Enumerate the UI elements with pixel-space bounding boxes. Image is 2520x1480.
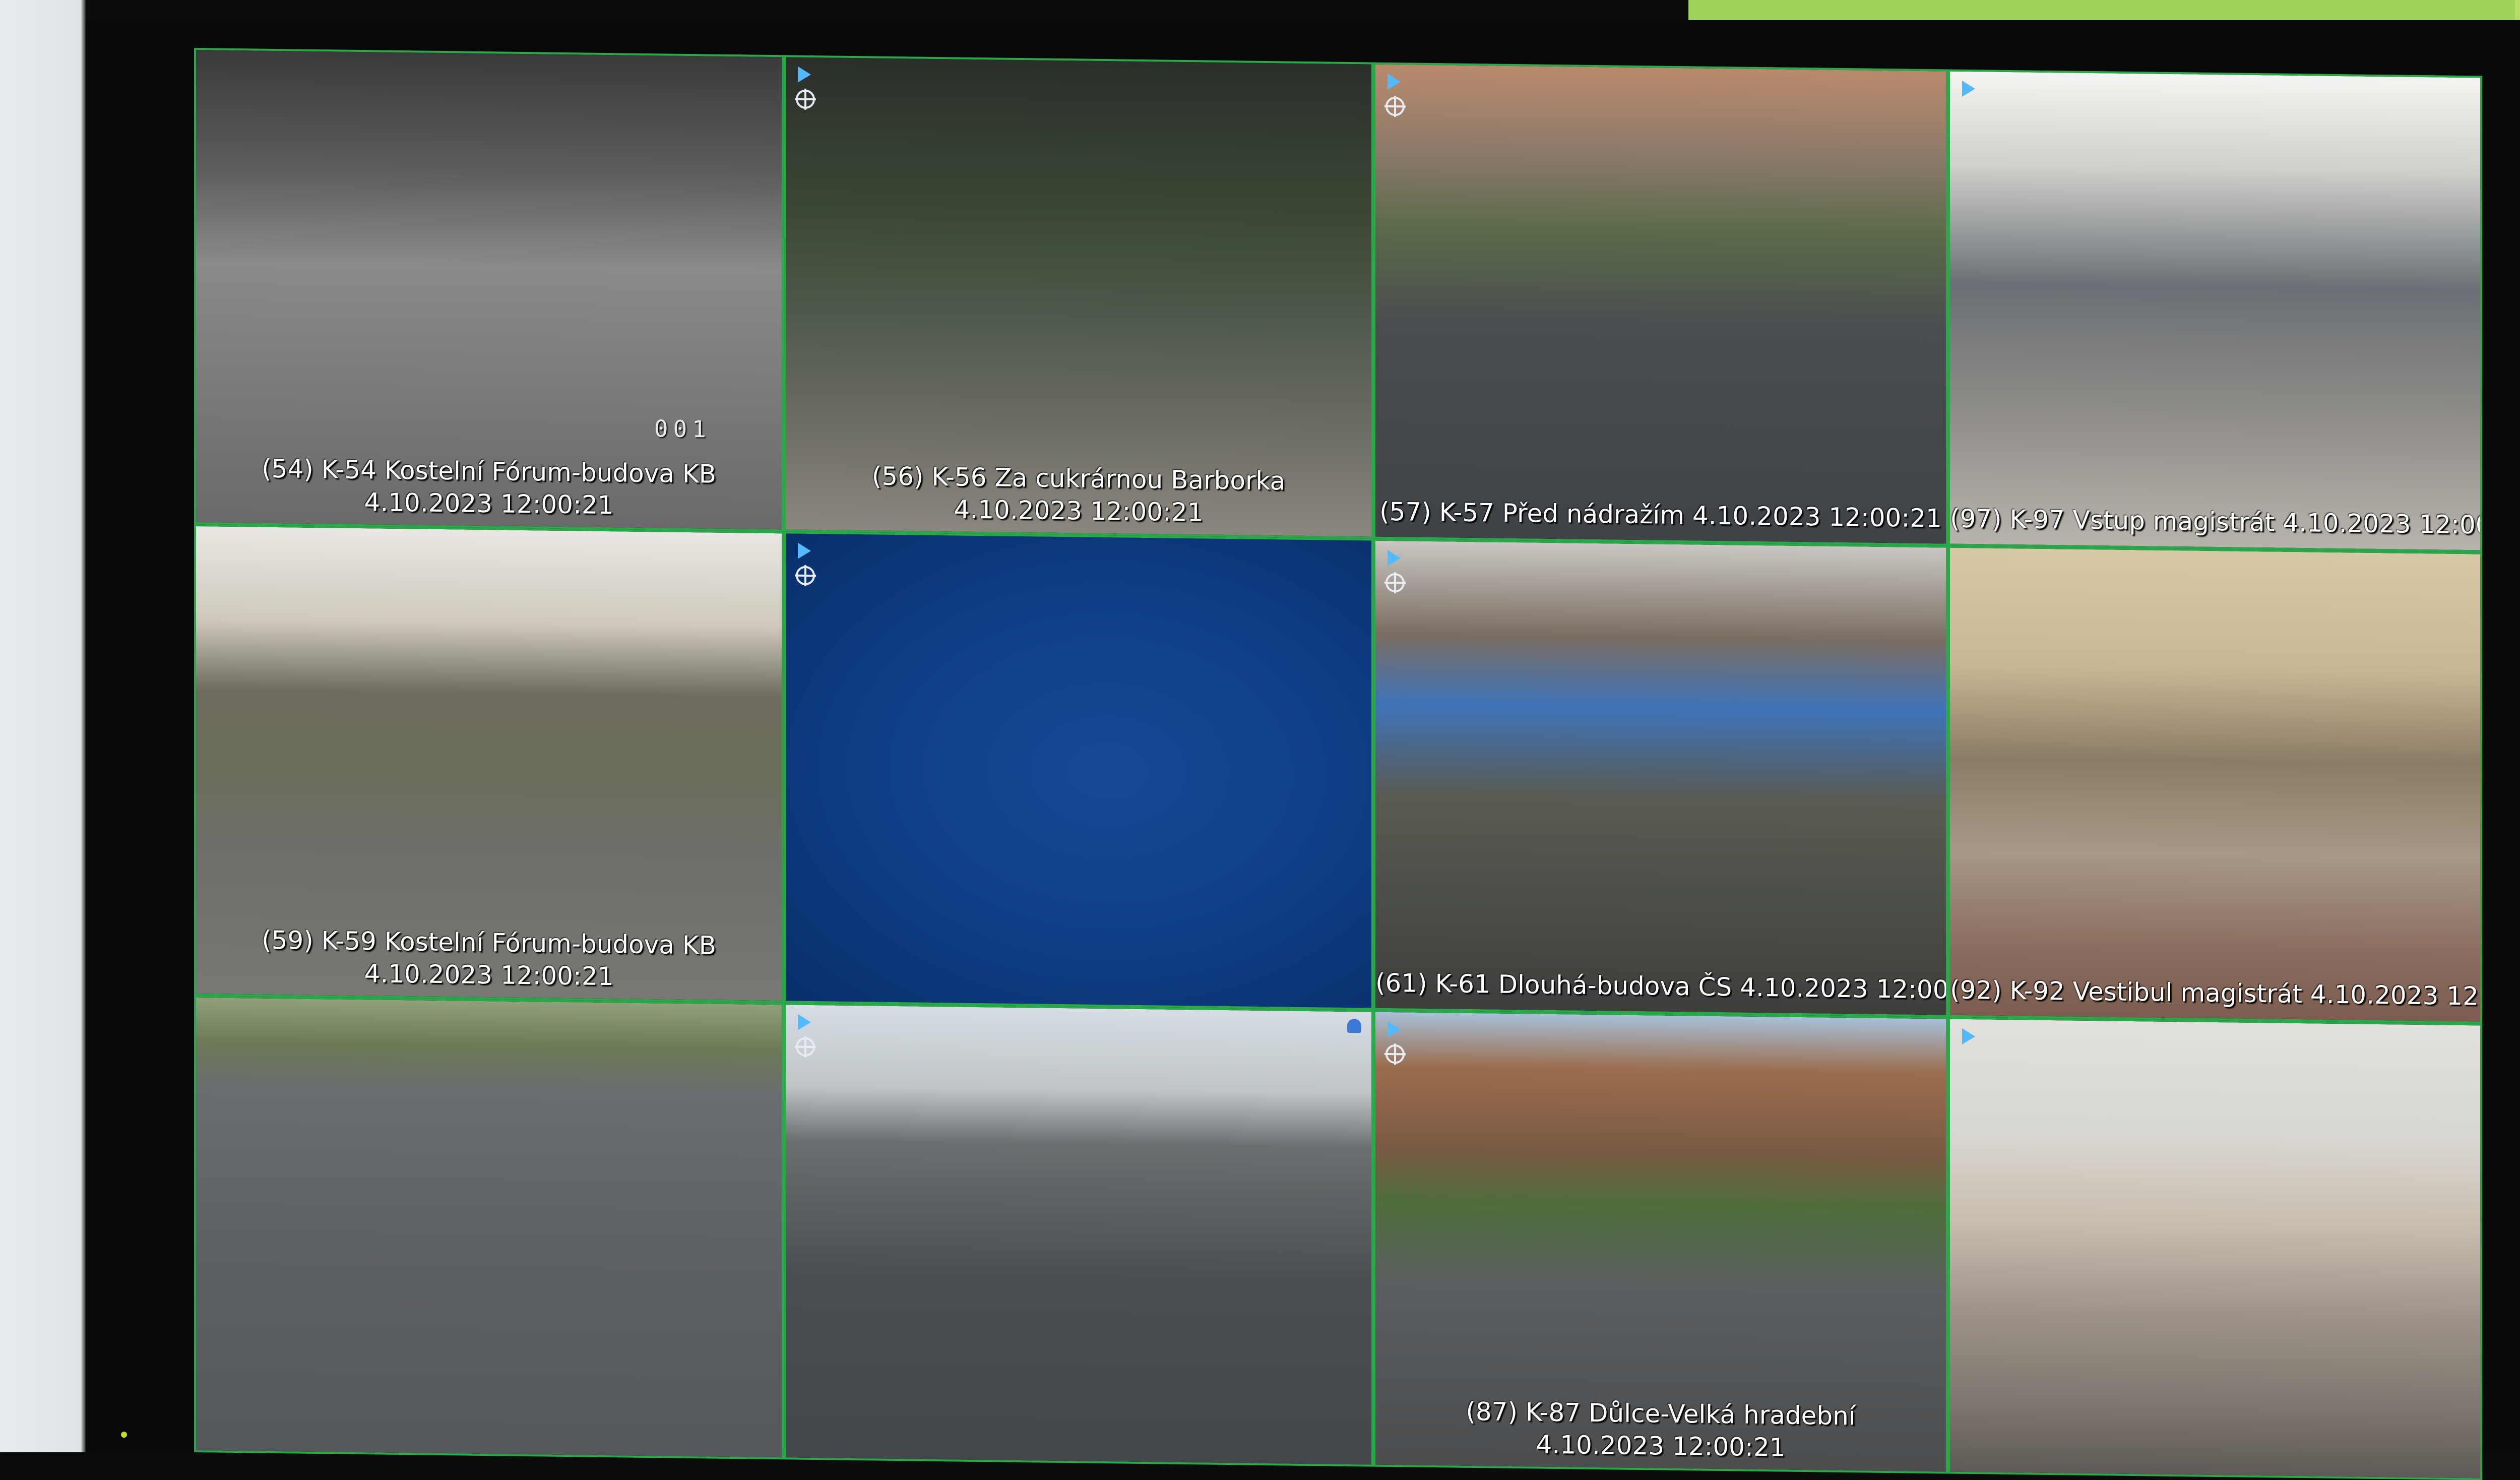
crosshair-icon[interactable] <box>796 89 815 109</box>
camera-caption: (87) K-87 Důlce-Velká hradební 4.10.2023… <box>1375 1394 1946 1466</box>
camera-label: (59) K-59 Kostelní Fórum-budova KB <box>262 925 716 960</box>
camera-tile-blank[interactable] <box>784 531 1373 1010</box>
camera-feed <box>1950 1019 2480 1478</box>
camera-caption: (92) K-92 Vestibul magistrát 4.10.2023 1… <box>1950 974 2482 1013</box>
status-led <box>121 1432 127 1438</box>
camera-grid: 001 (54) K-54 Kostelní Fórum-budova KB 4… <box>194 48 2482 1480</box>
ptz-arrow-icon[interactable] <box>1962 80 1975 97</box>
ptz-arrow-icon[interactable] <box>1388 549 1401 567</box>
ptz-controls[interactable] <box>1383 548 1414 604</box>
camera-tile-57[interactable]: (57) K-57 Před nádražím 4.10.2023 12:00:… <box>1373 62 1948 546</box>
camera-caption: (59) K-59 Kostelní Fórum-budova KB 4.10.… <box>196 923 782 995</box>
camera-label: (92) K-92 Vestibul magistrát 4.10.2023 1… <box>1950 975 2482 1012</box>
ptz-controls[interactable] <box>1958 79 1988 135</box>
ptz-arrow-icon[interactable] <box>798 1014 811 1030</box>
camera-tile-91[interactable] <box>1948 1017 2482 1480</box>
ptz-arrow-icon[interactable] <box>798 542 811 559</box>
ptz-controls[interactable] <box>794 65 824 120</box>
speaker-icon[interactable] <box>1347 1018 1361 1033</box>
crosshair-icon[interactable] <box>1385 573 1405 593</box>
ptz-controls[interactable] <box>1958 1026 1988 1082</box>
crosshair-icon[interactable] <box>1385 96 1405 116</box>
camera-feed <box>196 998 782 1458</box>
camera-feed <box>1375 540 1946 1015</box>
ptz-arrow-icon[interactable] <box>798 66 811 83</box>
camera-tile-97[interactable]: (97) K-97 Vstup magistrát 4.10.2023 12:0… <box>1948 69 2482 552</box>
camera-label: (54) K-54 Kostelní Fórum-budova KB <box>262 454 716 489</box>
camera-label: (87) K-87 Důlce-Velká hradební <box>1466 1396 1856 1431</box>
camera-label: (97) K-97 Vstup magistrát 4.10.2023 12:0… <box>1950 504 2482 540</box>
camera-tile-92[interactable]: (92) K-92 Vestibul magistrát 4.10.2023 1… <box>1948 545 2482 1024</box>
camera-caption: (56) K-56 Za cukrárnou Barborka 4.10.202… <box>786 459 1371 530</box>
camera-label: (56) K-56 Za cukrárnou Barborka <box>871 461 1286 496</box>
camera-caption: (54) K-54 Kostelní Fórum-budova KB 4.10.… <box>196 452 782 523</box>
wall-left <box>0 0 86 1452</box>
camera-tile-54[interactable]: 001 (54) K-54 Kostelní Fórum-budova KB 4… <box>194 48 784 532</box>
camera-tile-77[interactable] <box>784 1003 1373 1467</box>
camera-feed <box>1950 71 2480 550</box>
crosshair-icon[interactable] <box>1385 1044 1405 1064</box>
camera-overlay-number: 001 <box>654 415 711 443</box>
camera-tile-61[interactable]: (61) K-61 Dlouhá-budova ČS 4.10.2023 12:… <box>1373 538 1948 1017</box>
camera-tile-59[interactable]: (59) K-59 Kostelní Fórum-budova KB 4.10.… <box>194 524 784 1003</box>
camera-feed <box>786 1005 1371 1465</box>
ptz-arrow-icon[interactable] <box>1388 1021 1401 1038</box>
camera-tile-56[interactable]: (56) K-56 Za cukrárnou Barborka 4.10.202… <box>784 55 1373 539</box>
camera-feed <box>1950 547 2480 1022</box>
camera-label: (61) K-61 Dlouhá-budova ČS 4.10.2023 12:… <box>1375 968 1948 1005</box>
ptz-controls[interactable] <box>1383 72 1414 128</box>
ptz-arrow-icon[interactable] <box>1388 73 1401 90</box>
camera-label: (57) K-57 Před nádražím 4.10.2023 12:00:… <box>1379 497 1942 533</box>
camera-tile-87[interactable]: (87) K-87 Důlce-Velká hradební 4.10.2023… <box>1373 1010 1948 1474</box>
crosshair-icon[interactable] <box>796 566 815 586</box>
ptz-arrow-icon[interactable] <box>1962 1028 1975 1045</box>
crosshair-icon[interactable] <box>796 1037 815 1057</box>
ptz-controls[interactable] <box>794 1012 824 1068</box>
camera-tile-road[interactable] <box>194 996 784 1460</box>
ptz-controls[interactable] <box>794 541 824 597</box>
ptz-controls[interactable] <box>1383 1019 1414 1075</box>
camera-feed <box>1375 64 1946 544</box>
camera-caption: (97) K-97 Vstup magistrát 4.10.2023 12:0… <box>1950 503 2482 541</box>
